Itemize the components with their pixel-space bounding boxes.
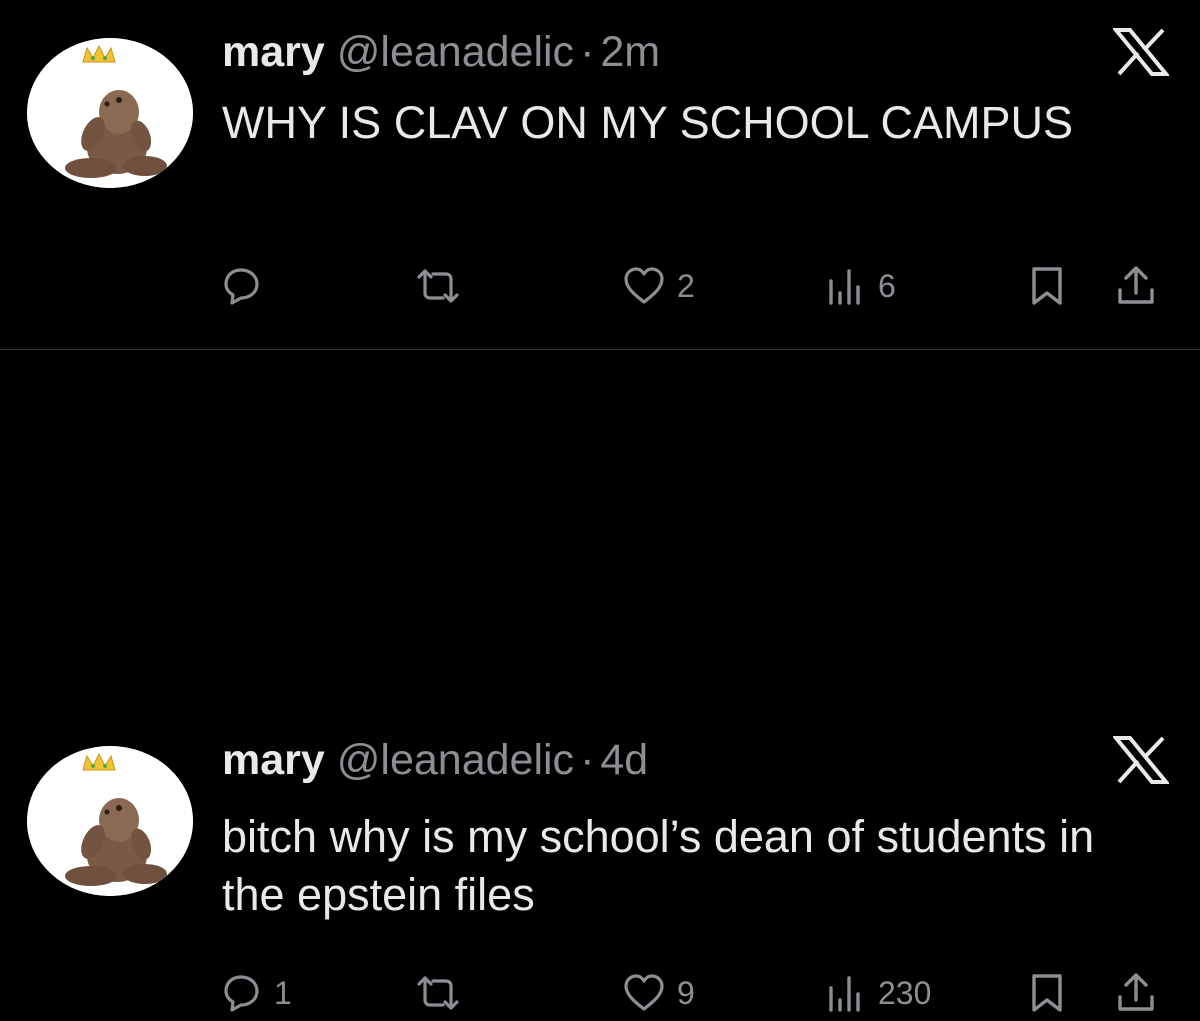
timestamp[interactable]: 4d [600,736,648,784]
reply-icon [224,268,259,305]
tweet-header: mary @leanadelic · 4d [222,734,648,786]
x-logo-icon [1111,736,1171,784]
separator-dot: · [580,28,595,76]
share-button[interactable] [1113,258,1159,314]
tweet[interactable]: mary @leanadelic · 2m WHY IS CLAV ON MY SC… [0,0,1200,349]
like-button[interactable]: 2 [621,258,695,314]
reply-count: 1 [274,974,292,1011]
tweet-text: WHY IS CLAV ON MY SCHOOL CAMPUS [222,97,1074,148]
avatar[interactable] [27,38,193,188]
plush-otter-crown-avatar-image [27,746,193,896]
avatar[interactable] [27,746,193,896]
retweet-button[interactable] [415,965,461,1021]
retweet-button[interactable] [415,258,461,314]
views-count: 6 [878,267,896,304]
bookmark-icon [1032,974,1062,1012]
bookmark-button[interactable] [1024,258,1070,314]
username-handle[interactable]: @leanadelic [337,28,574,76]
heart-icon [624,267,664,304]
share-icon [1118,973,1154,1011]
like-button[interactable]: 9 [621,965,695,1021]
tweet-text: bitch why is my school’s dean of student… [222,811,1095,920]
views-button[interactable]: 6 [822,258,896,314]
like-count: 2 [677,267,695,304]
separator-dot: · [580,736,595,784]
tweet[interactable]: mary @leanadelic · 4d bitch why is my scho… [0,349,1200,1012]
retweet-icon [417,976,459,1010]
share-icon [1118,266,1154,304]
display-name[interactable]: mary [222,736,325,784]
views-button[interactable]: 230 [822,965,931,1021]
reply-button[interactable]: 1 [218,965,292,1021]
display-name[interactable]: mary [222,28,325,76]
tweet-header: mary @leanadelic · 2m [222,26,660,78]
username-handle[interactable]: @leanadelic [337,736,574,784]
tweet-actions: 2 6 [0,258,1200,314]
views-chart-icon [829,976,860,1012]
bookmark-icon [1032,267,1062,305]
views-chart-icon [829,269,860,305]
timestamp[interactable]: 2m [600,28,660,76]
heart-icon [624,974,664,1011]
views-count: 230 [878,974,932,1011]
bookmark-button[interactable] [1024,965,1070,1021]
reply-button[interactable] [218,258,274,314]
share-button[interactable] [1113,965,1159,1021]
plush-otter-crown-avatar-image [27,38,193,188]
tweet-actions: 1 9 230 [0,965,1200,1021]
x-logo-icon [1111,28,1171,76]
like-count: 9 [677,974,695,1011]
retweet-icon [417,269,459,303]
reply-icon [224,975,259,1012]
